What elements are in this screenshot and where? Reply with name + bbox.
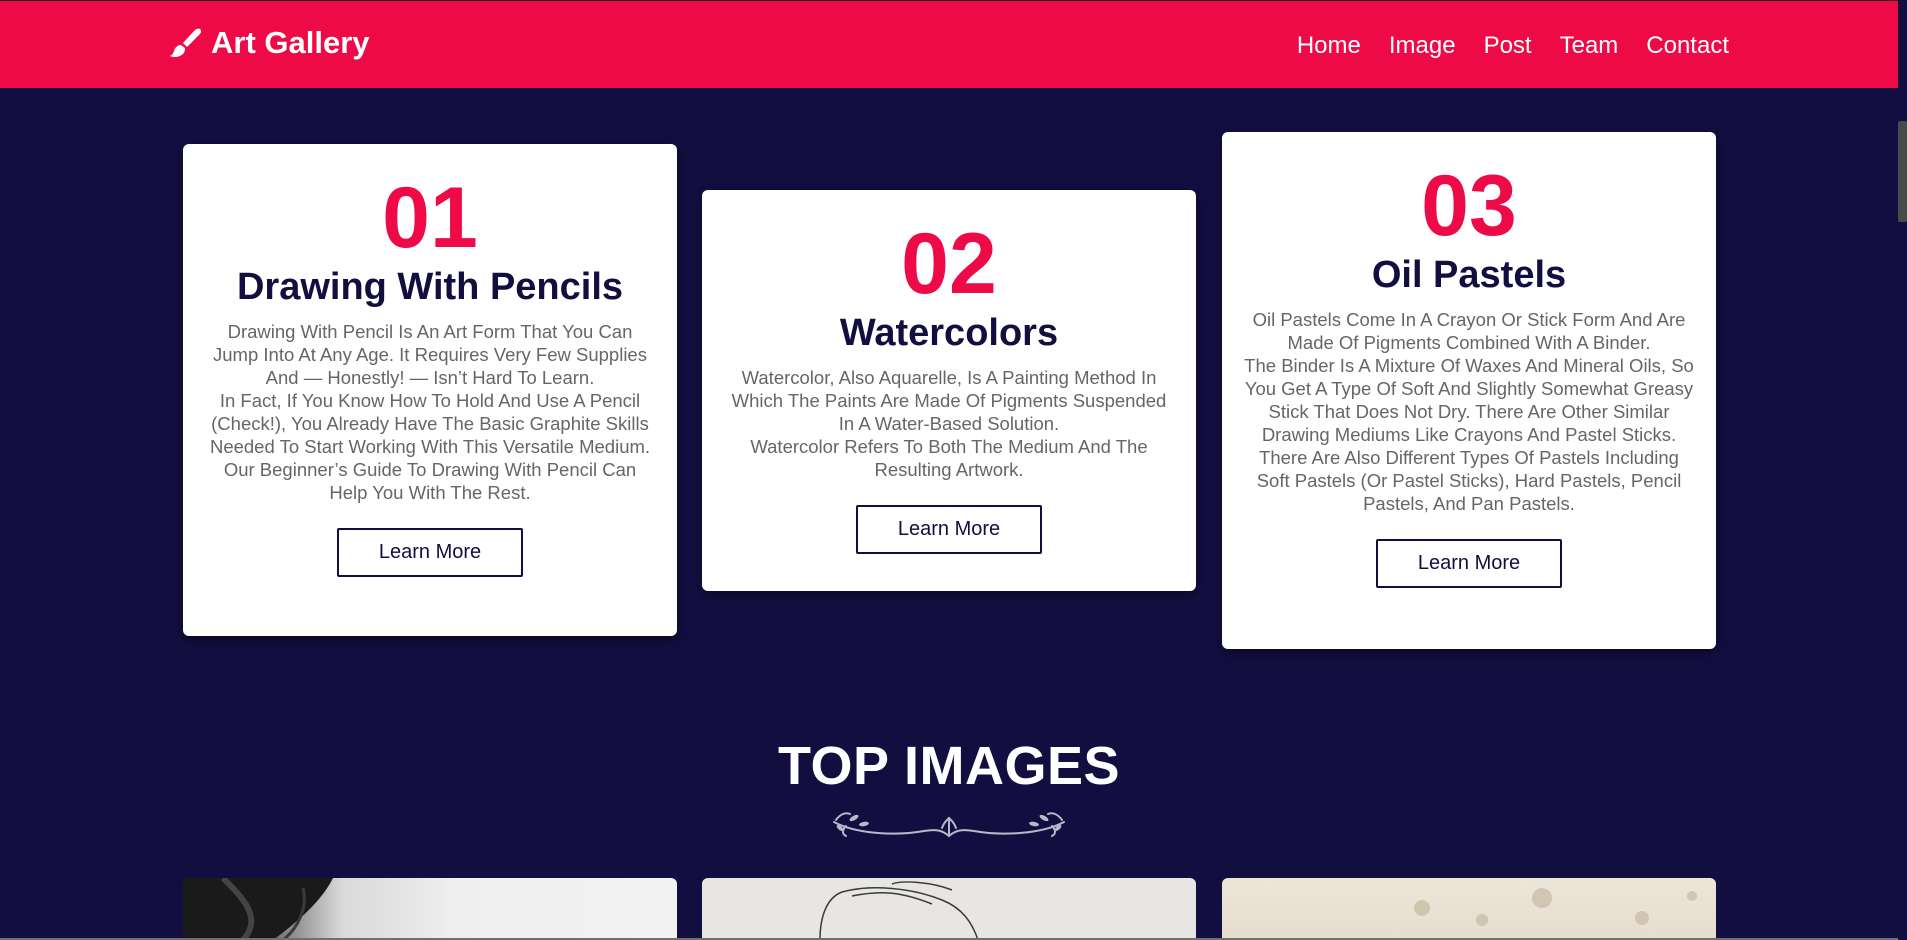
card-paragraph: Oil Pastels Come In A Crayon Or Stick Fo…	[1252, 309, 1686, 353]
main-nav: Home Image Post Team Contact	[1297, 29, 1729, 63]
floral-divider-icon	[826, 806, 1072, 842]
nav-item-image[interactable]: Image	[1389, 29, 1456, 63]
learn-more-button[interactable]: Learn More	[1376, 539, 1562, 588]
nav-item-post[interactable]: Post	[1484, 29, 1532, 63]
scrollbar-thumb[interactable]	[1898, 121, 1907, 222]
learn-more-button[interactable]: Learn More	[337, 528, 523, 577]
page: Art Gallery Home Image Post Team Contact…	[0, 0, 1907, 940]
gallery-image-portrait[interactable]	[183, 878, 677, 940]
card-paragraph: In Fact, If You Know How To Hold And Use…	[209, 390, 651, 457]
paint-brush-icon	[169, 26, 203, 60]
card-title: Oil Pastels	[1371, 254, 1567, 296]
card-number: 01	[382, 170, 478, 266]
brand-name: Art Gallery	[211, 25, 370, 60]
card-paragraph: Our Beginner’s Guide To Drawing With Pen…	[223, 459, 637, 503]
feature-card-oil-pastels: 03 Oil Pastels Oil Pastels Come In A Cra…	[1222, 132, 1716, 649]
card-paragraph: Watercolor, Also Aquarelle, Is A Paintin…	[731, 367, 1167, 434]
nav-item-team[interactable]: Team	[1560, 29, 1619, 63]
nav-item-contact[interactable]: Contact	[1646, 29, 1729, 63]
gallery-image-texture[interactable]	[1222, 878, 1716, 940]
card-title: Watercolors	[839, 312, 1059, 354]
card-paragraph: There Are Also Different Types Of Pastel…	[1256, 447, 1682, 514]
learn-more-button[interactable]: Learn More	[856, 505, 1042, 554]
card-paragraph: Watercolor Refers To Both The Medium And…	[750, 436, 1148, 480]
card-title: Drawing With Pencils	[236, 266, 624, 308]
navbar: Art Gallery Home Image Post Team Contact	[0, 0, 1898, 88]
gallery-image-sketch[interactable]	[702, 878, 1196, 940]
feature-card-pencils: 01 Drawing With Pencils Drawing With Pen…	[183, 144, 677, 636]
card-description: Watercolor, Also Aquarelle, Is A Paintin…	[724, 366, 1174, 481]
card-paragraph: The Binder Is A Mixture Of Waxes And Min…	[1244, 355, 1694, 445]
card-paragraph: Drawing With Pencil Is An Art Form That …	[213, 321, 647, 388]
card-number: 03	[1421, 158, 1517, 254]
card-description: Drawing With Pencil Is An Art Form That …	[205, 320, 655, 504]
brand-logo-link[interactable]: Art Gallery	[169, 25, 370, 61]
nav-item-home[interactable]: Home	[1297, 29, 1361, 63]
section-title-top-images: TOP IMAGES	[777, 736, 1121, 796]
feature-card-watercolors: 02 Watercolors Watercolor, Also Aquarell…	[702, 190, 1196, 591]
card-description: Oil Pastels Come In A Crayon Or Stick Fo…	[1244, 308, 1694, 515]
card-number: 02	[901, 216, 997, 312]
